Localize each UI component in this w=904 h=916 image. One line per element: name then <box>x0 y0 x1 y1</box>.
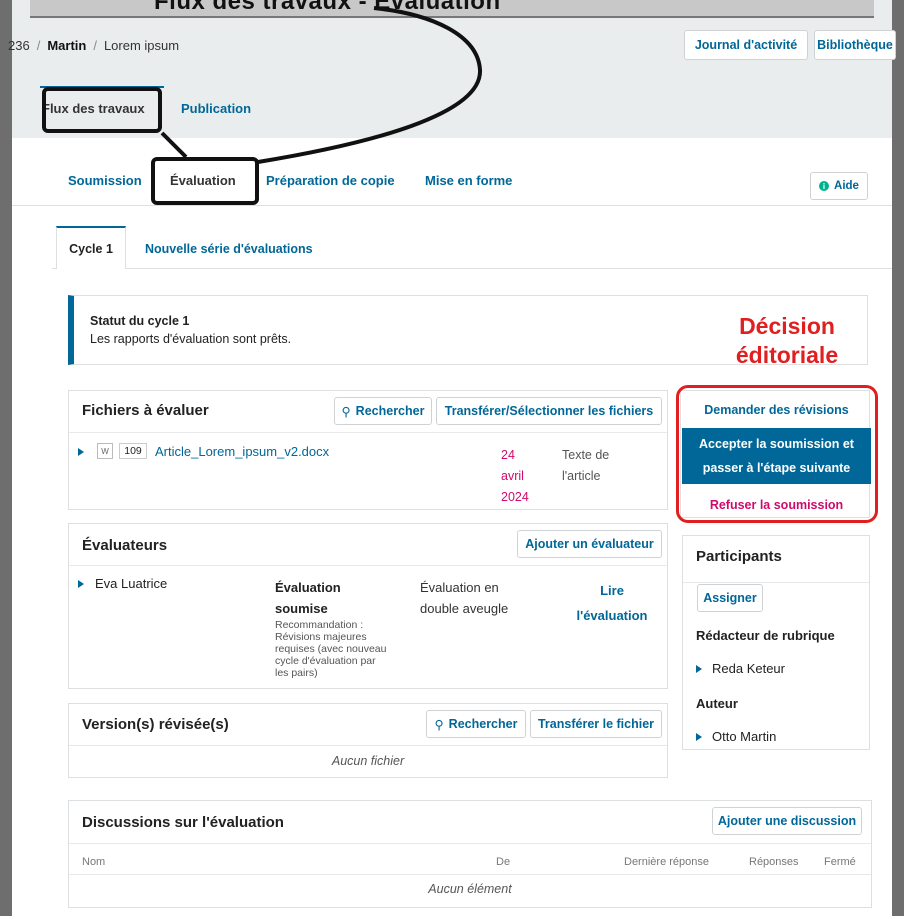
assign-participant-button[interactable]: Assigner <box>697 584 763 612</box>
revisions-search-label: Rechercher <box>448 717 518 731</box>
reviewers-title: Évaluateurs <box>82 537 168 554</box>
review-status-line-1: Évaluation <box>275 580 341 595</box>
participant-author-name[interactable]: Otto Martin <box>712 729 776 744</box>
stage-tabs-divider <box>12 205 892 206</box>
annotation-line-1: Décision <box>739 313 835 339</box>
column-header-from: De <box>496 856 511 868</box>
file-date: 24 avril 2024 <box>501 445 529 508</box>
editorial-decision-annotation: Décision éditoriale <box>702 312 872 370</box>
workflow-tab-callout <box>42 87 162 133</box>
participant-group-editor: Rédacteur de rubrique <box>696 628 835 643</box>
round-status-title: Statut du cycle 1 <box>90 314 190 328</box>
tab-publication[interactable]: Publication <box>181 101 251 116</box>
revisions-upload-button[interactable]: Transférer le fichier <box>530 710 662 738</box>
top-banner: Flux des travaux - Évaluation <box>30 0 874 18</box>
help-label: Aide <box>834 180 859 192</box>
add-discussion-button[interactable]: Ajouter une discussion <box>712 807 862 835</box>
breadcrumb-title: Lorem ipsum <box>103 38 180 53</box>
column-header-name: Nom <box>82 856 106 868</box>
divider <box>69 565 667 566</box>
stage-tab-submission[interactable]: Soumission <box>68 173 142 188</box>
divider <box>69 874 871 875</box>
column-header-closed: Fermé <box>824 856 856 868</box>
review-files-upload-button[interactable]: Transférer/Sélectionner les fichiers <box>436 397 662 425</box>
file-date-year: 2024 <box>501 490 529 504</box>
review-recommendation: Recommandation : Révisions majeures requ… <box>275 619 387 679</box>
review-method: Évaluation en double aveugle <box>420 577 508 619</box>
review-files-title: Fichiers à évaluer <box>82 402 209 419</box>
review-method-line-2: double aveugle <box>420 601 509 616</box>
stage-tab-copyediting[interactable]: Préparation de copie <box>266 173 395 188</box>
decision-annotation-box <box>676 385 878 523</box>
expand-triangle-icon[interactable] <box>696 665 702 673</box>
review-files-search-button[interactable]: ⚲ Rechercher <box>334 397 432 425</box>
file-date-day: 24 <box>501 448 515 462</box>
round-tabs-divider <box>52 268 892 269</box>
column-header-replies: Réponses <box>749 856 799 868</box>
stage-tab-production[interactable]: Mise en forme <box>425 173 512 188</box>
revisions-empty-text: Aucun fichier <box>331 754 405 768</box>
participant-group-author: Auteur <box>696 696 738 711</box>
activity-log-button[interactable]: Journal d'activité <box>684 30 808 60</box>
expand-triangle-icon[interactable] <box>78 580 84 588</box>
read-review-line-1: Lire <box>600 583 624 598</box>
divider <box>69 745 667 746</box>
recommendation-line-4: cycle d'évaluation par <box>275 655 376 667</box>
round-tab-1[interactable]: Cycle 1 <box>56 226 126 269</box>
file-id: 109 <box>119 443 147 459</box>
revisions-search-button[interactable]: ⚲ Rechercher <box>426 710 526 738</box>
breadcrumb-id: 236 <box>8 38 30 53</box>
discussions-empty-text: Aucun élément <box>428 882 512 896</box>
search-icon: ⚲ <box>434 717 444 732</box>
breadcrumb: 236/Martin / Lorem ipsum <box>8 38 180 53</box>
review-tab-callout <box>151 157 259 205</box>
help-button[interactable]: i Aide <box>810 172 868 200</box>
new-round-tab[interactable]: Nouvelle série d'évaluations <box>145 242 313 256</box>
read-review-line-2: l'évaluation <box>576 608 648 623</box>
expand-triangle-icon[interactable] <box>696 733 702 741</box>
search-icon: ⚲ <box>341 404 351 419</box>
read-review-link[interactable]: Lire l'évaluation <box>572 578 652 628</box>
review-status-line-2: soumise <box>275 601 328 616</box>
recommendation-line-3: requises (avec nouveau <box>275 643 387 655</box>
column-header-last-reply: Dernière réponse <box>624 856 709 868</box>
recommendation-line-1: Recommandation : <box>275 619 364 631</box>
file-date-month: avril <box>501 469 524 483</box>
divider <box>683 582 869 583</box>
round-status-text: Les rapports d'évaluation sont prêts. <box>90 332 292 346</box>
app-window: Flux des travaux - Évaluation 236/Martin… <box>8 0 896 916</box>
recommendation-line-2: Révisions majeures <box>275 631 367 643</box>
file-name-link[interactable]: Article_Lorem_ipsum_v2.docx <box>155 444 329 459</box>
library-button[interactable]: Bibliothèque <box>814 30 896 60</box>
divider <box>69 432 667 433</box>
reviewer-name: Eva Luatrice <box>95 576 168 591</box>
file-icon: W <box>97 443 113 459</box>
breadcrumb-author: Martin <box>47 38 87 53</box>
participants-title: Participants <box>696 548 782 565</box>
review-files-search-label: Rechercher <box>355 404 425 418</box>
add-reviewer-button[interactable]: Ajouter un évaluateur <box>517 530 662 558</box>
info-icon: i <box>819 181 830 191</box>
file-genre-line-2: l'article <box>562 469 601 483</box>
file-genre-line-1: Texte de <box>562 448 610 462</box>
annotation-line-2: éditoriale <box>735 342 839 368</box>
review-method-line-1: Évaluation en <box>420 580 499 595</box>
discussions-title: Discussions sur l'évaluation <box>82 814 284 831</box>
file-genre: Texte de l'article <box>562 445 609 487</box>
expand-triangle-icon[interactable] <box>78 448 84 456</box>
top-banner-title: Flux des travaux - Évaluation <box>154 0 501 15</box>
divider <box>69 843 871 844</box>
participant-editor-name[interactable]: Reda Keteur <box>712 661 785 676</box>
revisions-title: Version(s) révisée(s) <box>82 716 229 733</box>
review-status: Évaluation soumise <box>275 577 341 619</box>
recommendation-line-5: les pairs) <box>275 667 318 679</box>
